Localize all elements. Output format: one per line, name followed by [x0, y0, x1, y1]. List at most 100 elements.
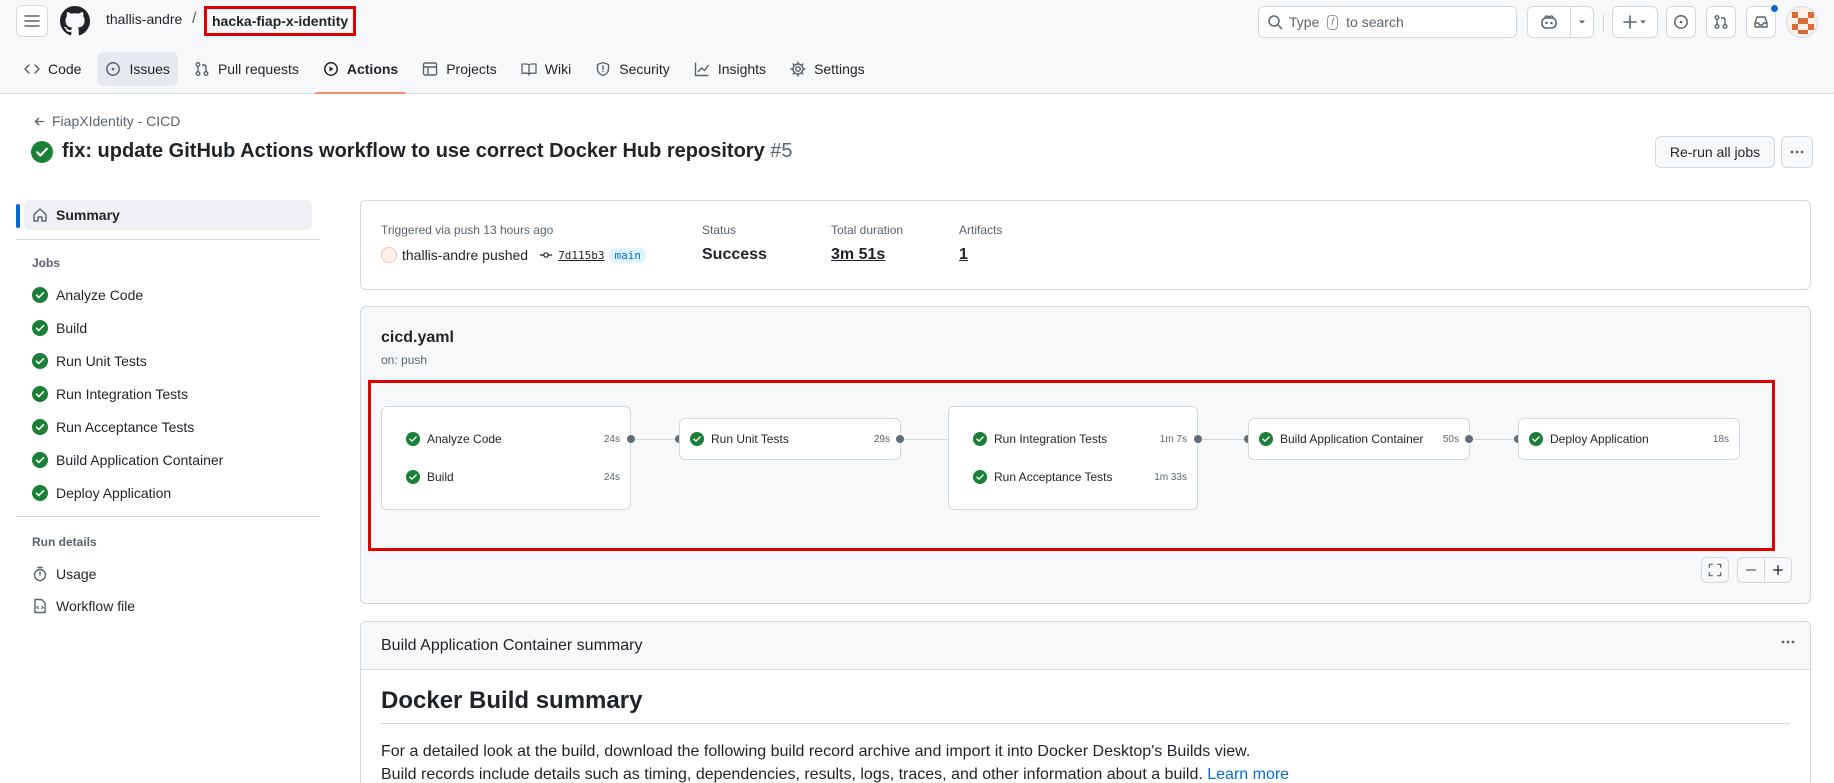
sidebar-job-deploy-application[interactable]: Deploy Application: [32, 482, 171, 504]
user-avatar[interactable]: [1786, 6, 1818, 38]
workflow-name: FiapXIdentity - CICD: [52, 113, 181, 129]
tab-issues[interactable]: Issues: [97, 52, 178, 86]
job-name: Build: [427, 470, 454, 484]
learn-more-link[interactable]: Learn more: [1207, 766, 1289, 783]
pusher-text[interactable]: thallis-andre pushed: [402, 247, 528, 263]
arrow-left-icon: [34, 117, 45, 125]
table-icon: [423, 62, 438, 76]
tab-label: Security: [619, 61, 670, 77]
notification-indicator: [1770, 4, 1779, 13]
check-circle-fill-icon: [1259, 432, 1273, 446]
graph-job-analyze-code[interactable]: Analyze Code 24s: [382, 428, 630, 450]
graph-job-build-application-container[interactable]: Build Application Container 50s: [1249, 428, 1469, 450]
home-icon: [33, 208, 47, 222]
artifacts-count[interactable]: 1: [959, 246, 968, 264]
check-circle-fill-icon: [1529, 432, 1543, 446]
copilot-button[interactable]: [1527, 6, 1571, 38]
run-summary-card: Triggered via push 13 hours ago thallis-…: [360, 200, 1811, 290]
sidebar-item-label: Build Application Container: [56, 452, 224, 468]
tab-pull-requests[interactable]: Pull requests: [186, 52, 307, 86]
run-title: fix: update GitHub Actions workflow to u…: [31, 140, 793, 163]
git-commit-icon: [539, 252, 553, 258]
more-options-button[interactable]: [1781, 136, 1813, 168]
graph-job-build[interactable]: Build 24s: [382, 466, 630, 488]
sidebar-job-run-acceptance-tests[interactable]: Run Acceptance Tests: [32, 416, 194, 438]
tab-security[interactable]: Security: [587, 52, 678, 86]
trigger-info: Triggered via push 13 hours ago: [381, 223, 554, 237]
status-label: Status: [702, 223, 737, 237]
tab-wiki[interactable]: Wiki: [513, 52, 579, 86]
sidebar-job-build[interactable]: Build: [32, 317, 87, 339]
heading-rule: [381, 723, 1790, 724]
check-circle-fill-icon: [32, 419, 48, 435]
screen-full-icon: [1708, 563, 1722, 577]
sidebar-job-build-application-container[interactable]: Build Application Container: [32, 449, 223, 471]
docker-summary-paragraph-2: Build records include details such as ti…: [381, 766, 1289, 783]
sidebar-job-analyze-code[interactable]: Analyze Code: [32, 284, 143, 306]
header-divider: [1603, 14, 1604, 32]
run-title-text: fix: update GitHub Actions workflow to u…: [62, 140, 793, 163]
tab-actions[interactable]: Actions: [314, 52, 407, 94]
gear-icon: [790, 61, 806, 77]
graph-job-run-integration-tests[interactable]: Run Integration Tests 1m 7s: [949, 428, 1197, 450]
sidebar-item-summary[interactable]: Summary: [32, 204, 120, 226]
github-logo-icon[interactable]: [60, 6, 90, 36]
shield-icon: [597, 61, 610, 77]
job-duration: 50s: [1442, 433, 1459, 445]
job-duration: 18s: [1712, 433, 1729, 445]
check-circle-fill-icon: [973, 470, 987, 484]
create-new-button[interactable]: [1612, 6, 1658, 38]
repo-owner-link[interactable]: thallis-andre: [106, 11, 182, 27]
tab-label: Settings: [814, 61, 865, 77]
issues-button[interactable]: [1666, 6, 1696, 38]
check-circle-fill-icon: [32, 452, 48, 468]
rerun-all-jobs-button[interactable]: Re-run all jobs: [1655, 136, 1775, 168]
graph-node-dot: [896, 435, 904, 443]
sidebar-job-run-unit-tests[interactable]: Run Unit Tests: [32, 350, 147, 372]
graph-job-run-unit-tests[interactable]: Run Unit Tests 29s: [680, 428, 900, 450]
tab-insights[interactable]: Insights: [686, 52, 774, 86]
copilot-dropdown-button[interactable]: [1570, 6, 1594, 38]
sidebar-item-usage[interactable]: Usage: [32, 563, 96, 585]
pull-requests-button[interactable]: [1706, 6, 1736, 38]
tab-settings[interactable]: Settings: [782, 52, 873, 86]
plus-icon: [1772, 564, 1784, 576]
sidebar-item-workflow-file[interactable]: Workflow file: [32, 595, 135, 617]
sidebar-item-label: Run Acceptance Tests: [56, 419, 195, 435]
graph-job-run-acceptance-tests[interactable]: Run Acceptance Tests 1m 33s: [949, 466, 1197, 488]
tab-code[interactable]: Code: [16, 52, 89, 86]
inbox-icon: [1754, 16, 1768, 28]
docker-summary-heading: Docker Build summary: [381, 687, 643, 714]
check-circle-fill-icon: [31, 140, 53, 163]
job-group: Run Integration Tests 1m 7s Run Acceptan…: [948, 406, 1198, 510]
job-name: Run Integration Tests: [994, 432, 1108, 446]
sidebar-item-label: Run Integration Tests: [56, 386, 189, 402]
sidebar-run-details-heading: Run details: [32, 535, 97, 549]
commit-sha-link[interactable]: 7d115b3: [558, 249, 604, 262]
tab-label: Wiki: [544, 61, 572, 77]
tab-label: Code: [48, 61, 82, 77]
job-name: Analyze Code: [427, 432, 502, 446]
docker-summary-text: Build records include details such as ti…: [381, 766, 1203, 783]
menu-icon[interactable]: [16, 5, 48, 37]
check-circle-fill-icon: [32, 386, 48, 402]
graph-job-deploy-application[interactable]: Deploy Application 18s: [1519, 428, 1739, 450]
graph-node-dot: [1194, 435, 1202, 443]
search-input[interactable]: Type / to search: [1258, 6, 1517, 38]
sidebar-job-run-integration-tests[interactable]: Run Integration Tests: [32, 383, 188, 405]
job-name: Build Application Container: [1280, 432, 1424, 446]
graph-node-dot: [1465, 435, 1473, 443]
duration-value[interactable]: 3m 51s: [831, 246, 885, 264]
triangle-down-icon: [1579, 20, 1585, 24]
job-summary-card: Build Application Container summary Dock…: [360, 621, 1811, 783]
zoom-out-button[interactable]: [1737, 557, 1765, 583]
tab-projects[interactable]: Projects: [414, 52, 505, 86]
workflow-back-link[interactable]: FiapXIdentity - CICD: [33, 113, 180, 129]
job-summary-menu-button[interactable]: [1780, 634, 1796, 655]
kebab-horizontal-icon: [1781, 640, 1795, 644]
zoom-in-button[interactable]: [1764, 557, 1792, 583]
fullscreen-button[interactable]: [1701, 557, 1729, 583]
branch-badge[interactable]: main: [609, 247, 646, 263]
repo-name-link[interactable]: hacka-fiap-x-identity: [204, 6, 357, 36]
pusher-avatar: [381, 247, 397, 263]
